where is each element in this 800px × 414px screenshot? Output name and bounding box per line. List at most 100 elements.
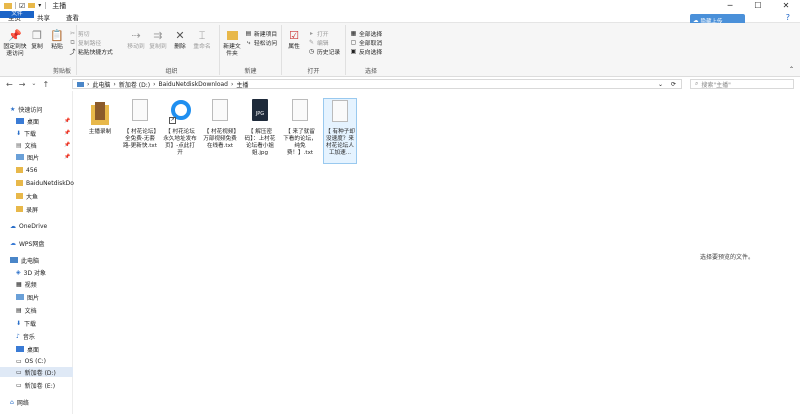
- new-folder-quick-icon[interactable]: [28, 3, 36, 8]
- file-item[interactable]: 【 有种子却没速度？来村花论坛人工加速...: [323, 98, 357, 164]
- path-separator: ›: [230, 80, 234, 88]
- open-button[interactable]: ▸ 打开: [308, 29, 329, 38]
- copy-to-label: 复制到: [149, 44, 167, 50]
- nav-quick-access[interactable]: ★ 快速访问: [10, 104, 42, 114]
- cut-button[interactable]: ✂ 剪切: [69, 29, 90, 38]
- new-item-icon: ▤: [245, 30, 252, 37]
- pin-icon: 📌: [8, 28, 22, 42]
- pictures-icon: [16, 294, 24, 300]
- desktop-icon: [16, 346, 24, 352]
- close-icon[interactable]: ✕: [772, 0, 800, 11]
- nav-item-documents-pc[interactable]: ▤ 文档: [16, 305, 37, 315]
- paste-shortcut-button[interactable]: ⤴ 粘贴快捷方式: [69, 47, 112, 56]
- properties-button[interactable]: ☑ 属性: [285, 28, 303, 51]
- file-item[interactable]: JPG 【 解压密码】：上村花论坛看小姐姐.jpg: [243, 99, 277, 157]
- customize-quick-access-icon[interactable]: ▾: [38, 2, 41, 9]
- recent-locations-icon[interactable]: ⌄: [31, 80, 36, 89]
- nav-item-music[interactable]: ♪ 音乐: [16, 331, 35, 341]
- search-placeholder: 搜索"主播": [701, 81, 731, 89]
- tab-view[interactable]: 查看: [58, 11, 87, 22]
- minimize-icon[interactable]: ─: [716, 0, 744, 11]
- file-item[interactable]: 主播录制: [83, 99, 117, 136]
- copy-path-button[interactable]: ⧉ 复制路径: [69, 38, 101, 48]
- nav-network[interactable]: ⌂ 网络: [10, 397, 29, 407]
- easy-access-button[interactable]: ⤷ 轻松访问: [245, 38, 277, 48]
- divider: [45, 2, 47, 9]
- edit-button[interactable]: ✎ 编辑: [308, 38, 329, 47]
- select-all-icon: ▦: [350, 30, 357, 37]
- search-input[interactable]: ⌕ 搜索"主播": [690, 79, 794, 89]
- nav-item-videos[interactable]: ▦ 视频: [16, 279, 37, 289]
- new-folder-button[interactable]: 新建文件夹: [222, 28, 242, 58]
- nav-item-drive-d[interactable]: ▭ 新加卷 (D:): [0, 367, 73, 377]
- select-all-button[interactable]: ▦ 全部选择: [350, 29, 383, 38]
- copy-button[interactable]: ❐ 复制: [29, 28, 45, 51]
- collapse-ribbon-icon[interactable]: ⌃: [789, 66, 794, 73]
- nav-label: 文档: [24, 142, 37, 150]
- nav-label: BaiduNetdiskDo: [26, 179, 74, 187]
- nav-item-documents[interactable]: ▤ 文档: [16, 140, 37, 150]
- refresh-icon[interactable]: ⟳: [671, 81, 676, 88]
- select-none-button[interactable]: ▢ 全部取消: [350, 38, 383, 47]
- nav-label: 桌面: [27, 118, 40, 126]
- window-title: 主播: [52, 1, 67, 10]
- invert-selection-button[interactable]: ▣ 反向选择: [350, 47, 383, 56]
- path-dropdown-icon[interactable]: ⌄: [658, 81, 663, 88]
- breadcrumb-this-pc[interactable]: 此电脑: [92, 80, 110, 89]
- nav-item-desktop-pc[interactable]: 桌面: [16, 344, 39, 354]
- history-icon: ◷: [308, 48, 315, 55]
- nav-item-pictures-pc[interactable]: 图片: [16, 292, 39, 302]
- properties-quick-icon[interactable]: ☑: [19, 2, 25, 10]
- file-item[interactable]: 【 来了就留下看的论坛，纯免费！】.txt: [283, 99, 317, 157]
- breadcrumb-baidu[interactable]: BaiduNetdiskDownload: [158, 81, 228, 88]
- nav-label: 下载: [24, 320, 37, 328]
- nav-item-pictures[interactable]: 图片: [16, 152, 39, 162]
- move-to-button[interactable]: ⇢ 移动到: [126, 28, 146, 51]
- file-item[interactable]: 【 村花论坛】全免费-无套路-更新快.txt: [123, 99, 157, 150]
- nav-item-drive-c[interactable]: ▭ OS (C:): [16, 356, 46, 366]
- nav-label: 下载: [24, 130, 37, 138]
- nav-onedrive[interactable]: ☁ OneDrive: [10, 221, 47, 231]
- up-icon[interactable]: ↑: [42, 80, 49, 89]
- rename-button[interactable]: ⌶ 重命名: [192, 28, 212, 51]
- file-name: 【 村花论坛永久地址发布页】-点此打开: [163, 129, 197, 156]
- cube-icon: ◈: [16, 268, 21, 276]
- breadcrumb-current[interactable]: 主播: [236, 80, 248, 89]
- nav-item-desktop[interactable]: 桌面: [16, 116, 39, 126]
- scissors-icon: ✂: [69, 30, 76, 37]
- network-icon: ⌂: [10, 398, 14, 406]
- file-item[interactable]: ↗ 【 村花论坛永久地址发布页】-点此打开: [163, 99, 197, 157]
- forward-icon[interactable]: →: [19, 80, 26, 89]
- nav-item-recording[interactable]: 录屏: [16, 204, 38, 214]
- new-item-button[interactable]: ▤ 新建项目: [245, 29, 278, 38]
- maximize-icon[interactable]: ☐: [744, 0, 772, 11]
- nav-label: 快速访问: [18, 106, 43, 114]
- breadcrumb-drive-d[interactable]: 新加卷 (D:): [119, 80, 150, 89]
- back-icon[interactable]: ←: [6, 80, 13, 89]
- nav-wps[interactable]: ☁ WPS网盘: [10, 238, 44, 248]
- folder-icon: [16, 180, 23, 186]
- nav-item-456[interactable]: 456: [16, 165, 37, 175]
- path-box[interactable]: › 此电脑 › 新加卷 (D:) › BaiduNetdiskDownload …: [72, 79, 682, 89]
- pin-button[interactable]: 📌 固定到快速访问: [3, 28, 27, 58]
- nav-item-drive-e[interactable]: ▭ 新加卷 (E:): [16, 380, 55, 390]
- nav-item-dayu[interactable]: 大鱼: [16, 191, 38, 201]
- nav-item-downloads-pc[interactable]: ⬇ 下载: [16, 318, 36, 328]
- open-group-label: 打开: [307, 68, 320, 75]
- copy-to-button[interactable]: ⇉ 复制到: [148, 28, 168, 51]
- new-folder-label: 新建文件夹: [223, 44, 241, 57]
- nav-label: 此电脑: [21, 257, 40, 265]
- nav-item-3d[interactable]: ◈ 3D 对象: [16, 267, 46, 277]
- nav-this-pc[interactable]: 此电脑: [10, 255, 39, 265]
- history-button[interactable]: ◷ 历史记录: [308, 47, 340, 56]
- help-icon[interactable]: ?: [786, 11, 790, 23]
- file-item[interactable]: 【 村花视频】万部视频免费在线看.txt: [203, 99, 237, 150]
- tab-file[interactable]: 文件: [0, 11, 34, 18]
- new-group: 新建文件夹 ▤ 新建项目 ⤷ 轻松访问 新建: [220, 25, 282, 75]
- pin-icon: 📌: [64, 154, 71, 160]
- nav-item-baidu[interactable]: BaiduNetdiskDo: [16, 178, 74, 188]
- delete-button[interactable]: ✕ 删除: [172, 28, 188, 51]
- nav-item-downloads[interactable]: ⬇ 下载: [16, 128, 36, 138]
- paste-button[interactable]: 📋 粘贴: [49, 28, 65, 51]
- file-list: 主播录制 【 村花论坛】全免费-无套路-更新快.txt ↗ 【 村花论坛永久地址…: [73, 91, 800, 414]
